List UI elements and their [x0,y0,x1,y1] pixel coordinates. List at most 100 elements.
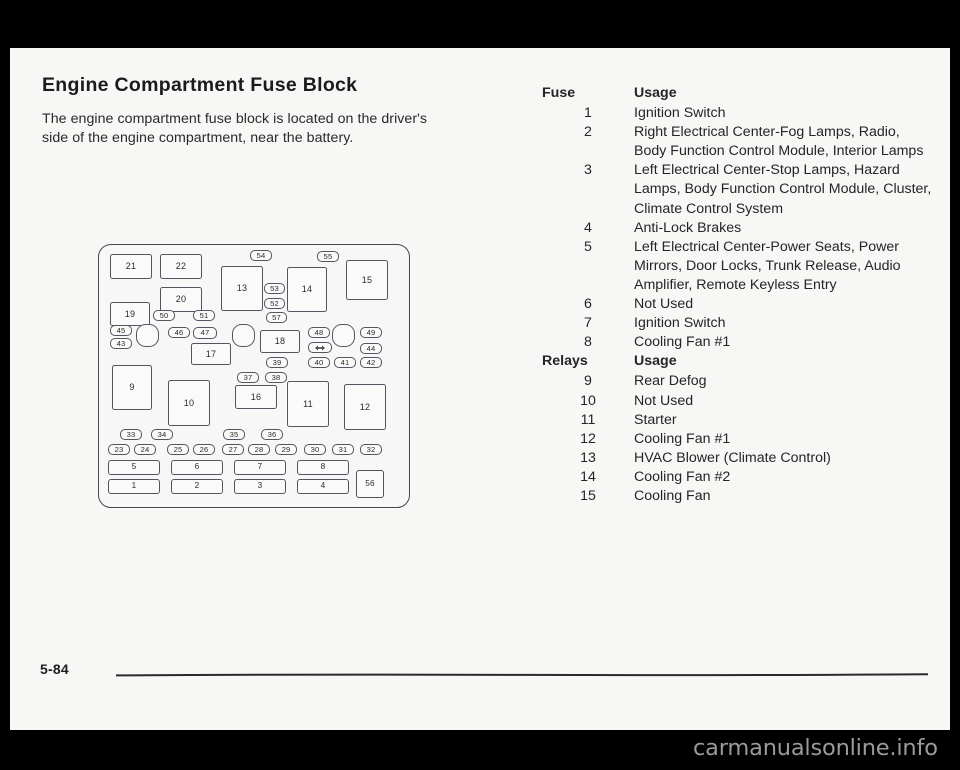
fuse-cell-17: 17 [191,343,231,365]
fuse-cell-10: 10 [168,380,210,426]
row-id: 7 [584,315,592,332]
fuse-cell-50: 50 [153,310,175,321]
fuse-cell-18: 18 [260,330,300,353]
site-watermark: carmanualsonline.info [693,735,938,761]
row-id: 13 [580,449,596,466]
fuse-cell-49: 49 [360,327,382,338]
fuse-cell-33: 33 [120,429,142,440]
intro-paragraph: The engine compartment fuse block is loc… [42,111,428,146]
row-usage: Cooling Fan [634,487,711,504]
row-id: 8 [584,334,592,351]
table-row: 5 Left Electrical Center-Power Seats, Pow… [542,238,932,295]
table-row: 12 Cooling Fan #1 [542,430,932,449]
fuse-cell-24: 24 [134,444,156,455]
fuse-cell-36: 36 [261,429,283,440]
row-usage: HVAC Blower (Climate Control) [634,449,831,466]
fuse-cell-41: 41 [334,357,356,368]
row-usage: Left Electrical Center-Power Seats, Powe… [634,238,901,293]
round-terminal-right [332,324,355,347]
table-row: 10 Not Used [542,392,932,411]
table-row: 2 Right Electrical Center-Fog Lamps, Radi… [542,123,932,161]
row-id: 9 [584,373,592,390]
row-usage: Rear Defog [634,373,707,390]
relay-table-header-row: Relays Usage [542,352,932,372]
fuse-cell-16: 16 [235,385,277,409]
row-usage: Ignition Switch [634,315,726,332]
fuse-cell-21: 21 [110,254,152,279]
relay-table-header-id: Relays [542,353,588,370]
row-id: 15 [580,487,596,504]
fuse-cell-8: 8 [297,460,349,475]
row-id: 10 [580,392,596,409]
table-row: 3 Left Electrical Center-Stop Lamps, Haza… [542,161,932,218]
screenshot-root: Engine Compartment Fuse Block The engine… [0,0,960,770]
fuse-table-header-row: Fuse Usage [542,84,932,104]
fuse-cell-29: 29 [275,444,297,455]
round-terminal-middle [232,324,255,347]
fuse-cell-6: 6 [171,460,223,475]
row-usage: Not Used [634,296,694,313]
fuse-cell-25: 25 [167,444,189,455]
row-usage: Cooling Fan #2 [634,468,731,485]
fuse-cell-22: 22 [160,254,202,279]
fuse-cell-34: 34 [151,429,173,440]
fuse-cell-23: 23 [108,444,130,455]
table-row: 8 Cooling Fan #1 [542,333,932,352]
fuse-cell-27: 27 [222,444,244,455]
fuse-cell-44: 44 [360,343,382,354]
fuse-cell-30: 30 [304,444,326,455]
fuse-cell-35: 35 [223,429,245,440]
row-id: 6 [584,296,592,313]
fuse-cell-38: 38 [265,372,287,383]
row-id: 3 [584,162,592,179]
row-id: 4 [584,219,592,236]
fuse-cell-26: 26 [193,444,215,455]
fuse-cell-7: 7 [234,460,286,475]
row-id: 2 [584,124,592,141]
fuse-cell-2: 2 [171,479,223,494]
fuse-cell-42: 42 [360,357,382,368]
row-usage: Right Electrical Center-Fog Lamps, Radio… [634,124,924,160]
fuse-cell-19: 19 [110,302,150,326]
fuse-cell-9: 9 [112,365,152,410]
fuse-cell-52: 52 [264,298,285,309]
fuse-cell-37: 37 [237,372,259,383]
fuse-cell-39: 39 [266,357,288,368]
fuse-cell-13: 13 [221,266,263,311]
table-row: 4 Anti-Lock Brakes [542,219,932,238]
fuse-cell-48: 48 [308,327,330,338]
fuse-table-header-usage: Usage [634,85,677,101]
fuse-cell-31: 31 [332,444,354,455]
table-row: 9 Rear Defog [542,372,932,391]
row-id: 14 [580,468,596,485]
fuse-puller-icon [308,342,332,353]
fuse-cell-32: 32 [360,444,382,455]
fuse-cell-3: 3 [234,479,286,494]
right-column: Fuse Usage 1 Ignition Switch 2 Right Electr… [542,84,932,506]
fuse-cell-54: 54 [250,250,272,261]
table-row: 13 HVAC Blower (Climate Control) [542,449,932,468]
fuse-cell-47: 47 [193,327,217,339]
fuse-cell-45: 45 [110,325,132,336]
table-row: 6 Not Used [542,295,932,314]
fuse-cell-14: 14 [287,267,327,312]
round-terminal-left [136,324,159,347]
row-usage: Ignition Switch [634,105,726,122]
table-row: 7 Ignition Switch [542,314,932,333]
fuse-cell-12: 12 [344,384,386,430]
fuse-cell-55: 55 [317,251,339,262]
fuse-table-header-id: Fuse [542,85,576,101]
relay-usage-table: Relays Usage 9 Rear Defog 10 Not Used 11 Star… [542,352,932,506]
row-usage: Cooling Fan #1 [634,430,731,447]
manual-page: Engine Compartment Fuse Block The engine… [10,48,950,730]
row-usage: Anti-Lock Brakes [634,219,742,236]
fuse-cell-51: 51 [193,310,215,321]
row-id: 1 [584,105,592,122]
row-usage: Starter [634,411,677,428]
fuse-cell-56: 56 [356,470,384,498]
fuse-cell-4: 4 [297,479,349,494]
row-id: 5 [584,238,592,255]
engine-compartment-fuse-block-diagram: 21 22 20 19 54 55 13 14 15 53 52 57 50 51 45 43 46 47 48 49… [98,244,410,508]
row-usage: Left Electrical Center-Stop Lamps, Hazar… [634,162,932,217]
relay-table-header-usage: Usage [634,353,677,370]
